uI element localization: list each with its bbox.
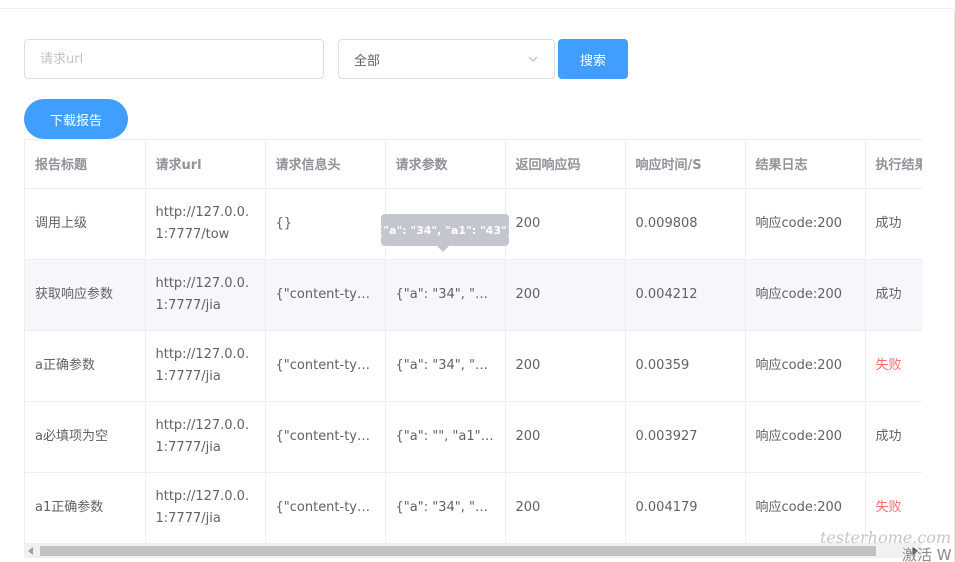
report-table: 报告标题 请求url 请求信息头 请求参数 返回响应码 响应时间/S 结果日志 … (24, 139, 922, 544)
cell-headers: {} (265, 188, 386, 260)
cell-url: http://127.0.0.1:7777/jia (145, 401, 266, 473)
cell-title: 调用上级 (25, 188, 146, 260)
cell-time: 0.004179 (625, 472, 746, 544)
cell-title: a必填项为空 (25, 401, 146, 473)
cell-url: http://127.0.0.1:7777/jia (145, 259, 266, 331)
url-search-input[interactable] (24, 39, 324, 79)
cell-title: a1正确参数 (25, 472, 146, 544)
cell-log: 响应code:200 (745, 259, 866, 331)
download-report-button[interactable]: 下载报告 (24, 99, 128, 139)
cell-log: 响应code:200 (745, 330, 866, 402)
chevron-down-icon (527, 53, 539, 65)
cell-title: a正确参数 (25, 330, 146, 402)
cell-code: 200 (505, 472, 626, 544)
status-select-value: 全部 (354, 53, 381, 69)
cell-params[interactable]: {"a": "34", "a1": "43"} (385, 330, 506, 402)
cell-title: 获取响应参数 (25, 259, 146, 331)
cell-result: 成功 (865, 401, 922, 473)
column-header-code: 返回响应码 (505, 140, 626, 189)
cell-result: 成功 (865, 259, 922, 331)
cell-url: http://127.0.0.1:7777/jia (145, 330, 266, 402)
cell-log: 响应code:200 (745, 401, 866, 473)
params-tooltip: {"a": "34", "a1": "43"} (375, 214, 515, 252)
cell-code: 200 (505, 330, 626, 402)
cell-params[interactable]: {"a": "", "a1": "43"} (385, 401, 506, 473)
activate-windows-text: 激活 W (902, 546, 952, 562)
status-select[interactable]: 全部 (338, 39, 555, 79)
column-header-log: 结果日志 (745, 140, 866, 189)
cell-result: 成功 (865, 188, 922, 260)
cell-headers: {"content-type": "application/json"} (265, 401, 386, 473)
column-header-headers: 请求信息头 (265, 140, 386, 189)
cell-time: 0.004212 (625, 259, 746, 331)
cell-time: 0.00359 (625, 330, 746, 402)
column-header-time: 响应时间/S (625, 140, 746, 189)
scroll-left-arrow-icon[interactable] (28, 547, 33, 555)
table-row[interactable]: a必填项为空 http://127.0.0.1:7777/jia {"conte… (25, 401, 922, 473)
cell-code: 200 (505, 401, 626, 473)
cell-headers: {"content-type": "application/json"} (265, 330, 386, 402)
column-header-result: 执行结果 (865, 140, 922, 189)
cell-headers: {"content-type": "application/json"} (265, 259, 386, 331)
horizontal-scrollbar[interactable] (24, 544, 922, 558)
cell-url: http://127.0.0.1:7777/tow (145, 188, 266, 260)
table-row[interactable]: a1正确参数 http://127.0.0.1:7777/jia {"conte… (25, 472, 922, 544)
column-header-title: 报告标题 (25, 140, 146, 189)
cell-code: 200 (505, 188, 626, 260)
cell-url: http://127.0.0.1:7777/jia (145, 472, 266, 544)
cell-params[interactable]: {"a": "34", "a1": "43"} (385, 472, 506, 544)
cell-time: 0.003927 (625, 401, 746, 473)
table-row[interactable]: a正确参数 http://127.0.0.1:7777/jia {"conten… (25, 330, 922, 402)
cell-result: 失败 (865, 330, 922, 402)
column-header-url: 请求url (145, 140, 266, 189)
table-row[interactable]: 获取响应参数 http://127.0.0.1:7777/jia {"conte… (25, 259, 922, 331)
cell-headers: {"content-type": "application/json"} (265, 472, 386, 544)
scrollbar-thumb[interactable] (40, 546, 876, 556)
cell-log: 响应code:200 (745, 188, 866, 260)
cell-code: 200 (505, 259, 626, 331)
column-header-params: 请求参数 (385, 140, 506, 189)
cell-time: 0.009808 (625, 188, 746, 260)
search-button[interactable]: 搜索 (558, 39, 628, 79)
table-header-row: 报告标题 请求url 请求信息头 请求参数 返回响应码 响应时间/S 结果日志 … (25, 140, 922, 189)
cell-params[interactable]: {"a": "34", "a1": "43"} (385, 259, 506, 331)
